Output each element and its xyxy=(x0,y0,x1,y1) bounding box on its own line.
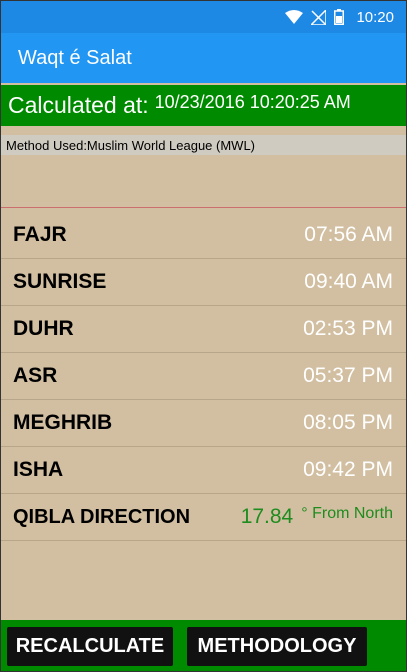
prayer-row-asr: ASR 05:37 PM xyxy=(1,353,406,400)
status-time: 10:20 xyxy=(356,8,394,26)
qibla-direction-row: QIBLA DIRECTION 17.84 ° From North xyxy=(1,494,406,541)
divider xyxy=(1,207,406,208)
qibla-degrees: 17.84 xyxy=(240,505,294,528)
calculated-at-bar: Calculated at: 10/23/2016 10:20:25 AM xyxy=(1,85,406,126)
prayer-row-fajr: FAJR 07:56 AM xyxy=(1,212,406,259)
prayer-row-meghrib: MEGHRIB 08:05 PM xyxy=(1,400,406,447)
qibla-value: 17.84 ° From North xyxy=(241,505,393,529)
wifi-icon xyxy=(285,10,304,24)
prayer-time: 07:56 AM xyxy=(304,223,393,246)
prayer-time: 05:37 PM xyxy=(303,364,393,387)
recalculate-button[interactable]: RECALCULATE xyxy=(7,627,173,666)
status-bar: 10:20 xyxy=(1,1,406,33)
prayer-name: MEGHRIB xyxy=(13,411,113,434)
qibla-unit: ° From North xyxy=(301,505,393,522)
prayer-time: 09:40 AM xyxy=(304,270,393,293)
bottom-action-bar: RECALCULATE METHODOLOGY xyxy=(1,620,406,671)
app-screen: 10:20 Waqt é Salat Calculated at: 10/23/… xyxy=(0,0,407,672)
qibla-label: QIBLA DIRECTION xyxy=(13,505,191,528)
prayer-time: 02:53 PM xyxy=(303,317,393,340)
prayer-name: ISHA xyxy=(13,458,64,481)
prayer-name: SUNRISE xyxy=(13,270,107,293)
calculated-at-value: 10/23/2016 10:20:25 AM xyxy=(154,92,351,112)
method-used-text: Method Used:Muslim World League (MWL) xyxy=(1,135,406,155)
prayer-name: FAJR xyxy=(13,223,67,246)
prayer-times-list: FAJR 07:56 AM SUNRISE 09:40 AM DUHR 02:5… xyxy=(1,212,406,541)
methodology-button[interactable]: METHODOLOGY xyxy=(187,627,367,666)
prayer-row-sunrise: SUNRISE 09:40 AM xyxy=(1,259,406,306)
prayer-name: ASR xyxy=(13,364,58,387)
calculated-at-label: Calculated at: xyxy=(8,92,149,118)
prayer-time: 08:05 PM xyxy=(303,411,393,434)
prayer-name: DUHR xyxy=(13,317,74,340)
battery-icon xyxy=(334,9,345,25)
no-signal-icon xyxy=(311,9,327,25)
prayer-row-duhr: DUHR 02:53 PM xyxy=(1,306,406,353)
app-bar: Waqt é Salat xyxy=(1,33,406,83)
prayer-time: 09:42 PM xyxy=(303,458,393,481)
app-title: Waqt é Salat xyxy=(18,46,132,69)
prayer-row-isha: ISHA 09:42 PM xyxy=(1,447,406,494)
